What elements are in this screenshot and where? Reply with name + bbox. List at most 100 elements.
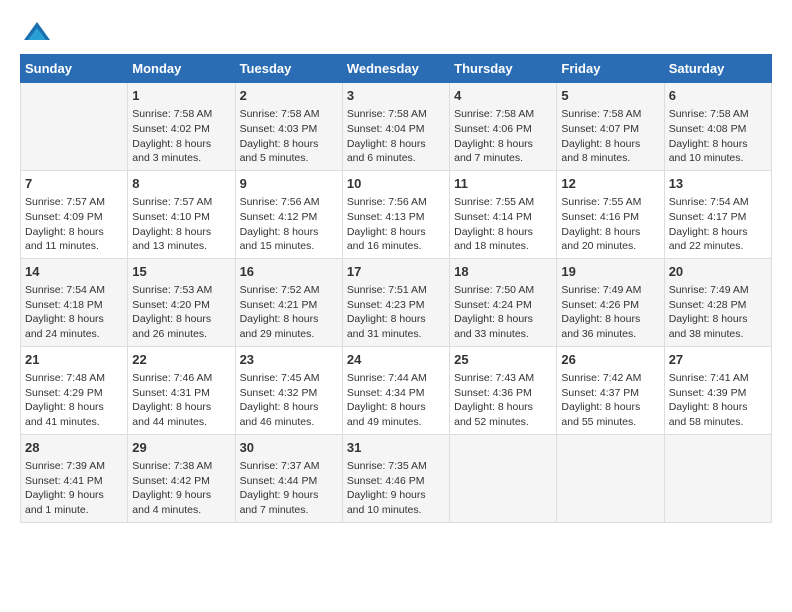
calendar-cell: 29 Sunrise: 7:38 AMSunset: 4:42 PMDayligh…: [128, 434, 235, 522]
calendar-cell: 2 Sunrise: 7:58 AMSunset: 4:03 PMDaylight…: [235, 83, 342, 171]
calendar-cell: 24 Sunrise: 7:44 AMSunset: 4:34 PMDayligh…: [342, 346, 449, 434]
day-number: 1: [132, 87, 230, 105]
calendar-table: SundayMondayTuesdayWednesdayThursdayFrid…: [20, 54, 772, 523]
day-number: 20: [669, 263, 767, 281]
calendar-cell: 28 Sunrise: 7:39 AMSunset: 4:41 PMDayligh…: [21, 434, 128, 522]
day-info: Sunrise: 7:37 AMSunset: 4:44 PMDaylight:…: [240, 459, 338, 518]
day-number: 13: [669, 175, 767, 193]
calendar-cell: 1Sunrise: 7:58 AMSunset: 4:02 PMDaylight…: [128, 83, 235, 171]
day-number: 28: [25, 439, 123, 457]
day-info: Sunrise: 7:56 AMSunset: 4:13 PMDaylight:…: [347, 195, 445, 254]
calendar-cell: 3Sunrise: 7:58 AMSunset: 4:04 PMDaylight…: [342, 83, 449, 171]
calendar-cell: 25 Sunrise: 7:43 AMSunset: 4:36 PMDayligh…: [450, 346, 557, 434]
day-info: Sunrise: 7:42 AMSunset: 4:37 PMDaylight:…: [561, 371, 659, 430]
header-friday: Friday: [557, 55, 664, 83]
day-number: 27: [669, 351, 767, 369]
day-number: 17: [347, 263, 445, 281]
calendar-cell: 20 Sunrise: 7:49 AMSunset: 4:28 PMDayligh…: [664, 258, 771, 346]
header-monday: Monday: [128, 55, 235, 83]
day-info: Sunrise: 7:35 AMSunset: 4:46 PMDaylight:…: [347, 459, 445, 518]
day-number: 25: [454, 351, 552, 369]
calendar-cell: 23Sunrise: 7:45 AMSunset: 4:32 PMDayligh…: [235, 346, 342, 434]
calendar-week-row: 14 Sunrise: 7:54 AMSunset: 4:18 PMDayligh…: [21, 258, 772, 346]
day-info: Sunrise: 7:53 AMSunset: 4:20 PMDaylight:…: [132, 283, 230, 342]
day-number: 2: [240, 87, 338, 105]
day-number: 15: [132, 263, 230, 281]
day-number: 5: [561, 87, 659, 105]
day-number: 12: [561, 175, 659, 193]
day-info: Sunrise: 7:44 AMSunset: 4:34 PMDaylight:…: [347, 371, 445, 430]
calendar-cell: 8Sunrise: 7:57 AMSunset: 4:10 PMDaylight…: [128, 170, 235, 258]
day-number: 16: [240, 263, 338, 281]
calendar-week-row: 1Sunrise: 7:58 AMSunset: 4:02 PMDaylight…: [21, 83, 772, 171]
day-number: 6: [669, 87, 767, 105]
calendar-cell: 5Sunrise: 7:58 AMSunset: 4:07 PMDaylight…: [557, 83, 664, 171]
calendar-cell: 9 Sunrise: 7:56 AMSunset: 4:12 PMDaylight…: [235, 170, 342, 258]
calendar-header-row: SundayMondayTuesdayWednesdayThursdayFrid…: [21, 55, 772, 83]
day-number: 19: [561, 263, 659, 281]
day-number: 30: [240, 439, 338, 457]
day-number: 11: [454, 175, 552, 193]
day-number: 26: [561, 351, 659, 369]
calendar-cell: 4 Sunrise: 7:58 AMSunset: 4:06 PMDaylight…: [450, 83, 557, 171]
day-number: 29: [132, 439, 230, 457]
calendar-cell: [450, 434, 557, 522]
calendar-cell: 27 Sunrise: 7:41 AMSunset: 4:39 PMDayligh…: [664, 346, 771, 434]
calendar-cell: 21Sunrise: 7:48 AMSunset: 4:29 PMDayligh…: [21, 346, 128, 434]
day-info: Sunrise: 7:54 AMSunset: 4:18 PMDaylight:…: [25, 283, 123, 342]
calendar-cell: 26 Sunrise: 7:42 AMSunset: 4:37 PMDayligh…: [557, 346, 664, 434]
header: [20, 20, 772, 44]
day-info: Sunrise: 7:39 AMSunset: 4:41 PMDaylight:…: [25, 459, 123, 518]
day-number: 24: [347, 351, 445, 369]
calendar-cell: 14 Sunrise: 7:54 AMSunset: 4:18 PMDayligh…: [21, 258, 128, 346]
day-info: Sunrise: 7:49 AMSunset: 4:28 PMDaylight:…: [669, 283, 767, 342]
calendar-cell: 10Sunrise: 7:56 AMSunset: 4:13 PMDayligh…: [342, 170, 449, 258]
calendar-cell: 16 Sunrise: 7:52 AMSunset: 4:21 PMDayligh…: [235, 258, 342, 346]
day-info: Sunrise: 7:43 AMSunset: 4:36 PMDaylight:…: [454, 371, 552, 430]
calendar-week-row: 21Sunrise: 7:48 AMSunset: 4:29 PMDayligh…: [21, 346, 772, 434]
calendar-cell: 15 Sunrise: 7:53 AMSunset: 4:20 PMDayligh…: [128, 258, 235, 346]
calendar-cell: 17 Sunrise: 7:51 AMSunset: 4:23 PMDayligh…: [342, 258, 449, 346]
day-info: Sunrise: 7:41 AMSunset: 4:39 PMDaylight:…: [669, 371, 767, 430]
calendar-cell: 6Sunrise: 7:58 AMSunset: 4:08 PMDaylight…: [664, 83, 771, 171]
day-info: Sunrise: 7:38 AMSunset: 4:42 PMDaylight:…: [132, 459, 230, 518]
calendar-week-row: 28 Sunrise: 7:39 AMSunset: 4:41 PMDayligh…: [21, 434, 772, 522]
day-number: 18: [454, 263, 552, 281]
header-thursday: Thursday: [450, 55, 557, 83]
day-info: Sunrise: 7:55 AMSunset: 4:14 PMDaylight:…: [454, 195, 552, 254]
logo-icon: [22, 20, 52, 44]
day-info: Sunrise: 7:58 AMSunset: 4:03 PMDaylight:…: [240, 107, 338, 166]
calendar-cell: [21, 83, 128, 171]
day-number: 22: [132, 351, 230, 369]
calendar-cell: 19Sunrise: 7:49 AMSunset: 4:26 PMDayligh…: [557, 258, 664, 346]
day-number: 14: [25, 263, 123, 281]
header-tuesday: Tuesday: [235, 55, 342, 83]
day-info: Sunrise: 7:57 AMSunset: 4:09 PMDaylight:…: [25, 195, 123, 254]
logo: [20, 20, 54, 44]
day-info: Sunrise: 7:46 AMSunset: 4:31 PMDaylight:…: [132, 371, 230, 430]
day-number: 3: [347, 87, 445, 105]
calendar-cell: 13 Sunrise: 7:54 AMSunset: 4:17 PMDayligh…: [664, 170, 771, 258]
day-number: 7: [25, 175, 123, 193]
day-info: Sunrise: 7:56 AMSunset: 4:12 PMDaylight:…: [240, 195, 338, 254]
day-number: 31: [347, 439, 445, 457]
day-info: Sunrise: 7:52 AMSunset: 4:21 PMDaylight:…: [240, 283, 338, 342]
day-info: Sunrise: 7:50 AMSunset: 4:24 PMDaylight:…: [454, 283, 552, 342]
calendar-cell: [664, 434, 771, 522]
header-wednesday: Wednesday: [342, 55, 449, 83]
day-number: 9: [240, 175, 338, 193]
calendar-week-row: 7 Sunrise: 7:57 AMSunset: 4:09 PMDaylight…: [21, 170, 772, 258]
day-number: 4: [454, 87, 552, 105]
calendar-cell: 18 Sunrise: 7:50 AMSunset: 4:24 PMDayligh…: [450, 258, 557, 346]
day-number: 21: [25, 351, 123, 369]
day-info: Sunrise: 7:51 AMSunset: 4:23 PMDaylight:…: [347, 283, 445, 342]
header-saturday: Saturday: [664, 55, 771, 83]
day-info: Sunrise: 7:58 AMSunset: 4:06 PMDaylight:…: [454, 107, 552, 166]
day-number: 23: [240, 351, 338, 369]
calendar-cell: 7 Sunrise: 7:57 AMSunset: 4:09 PMDaylight…: [21, 170, 128, 258]
calendar-cell: 31 Sunrise: 7:35 AMSunset: 4:46 PMDayligh…: [342, 434, 449, 522]
calendar-cell: [557, 434, 664, 522]
calendar-cell: 30 Sunrise: 7:37 AMSunset: 4:44 PMDayligh…: [235, 434, 342, 522]
day-info: Sunrise: 7:54 AMSunset: 4:17 PMDaylight:…: [669, 195, 767, 254]
day-info: Sunrise: 7:57 AMSunset: 4:10 PMDaylight:…: [132, 195, 230, 254]
